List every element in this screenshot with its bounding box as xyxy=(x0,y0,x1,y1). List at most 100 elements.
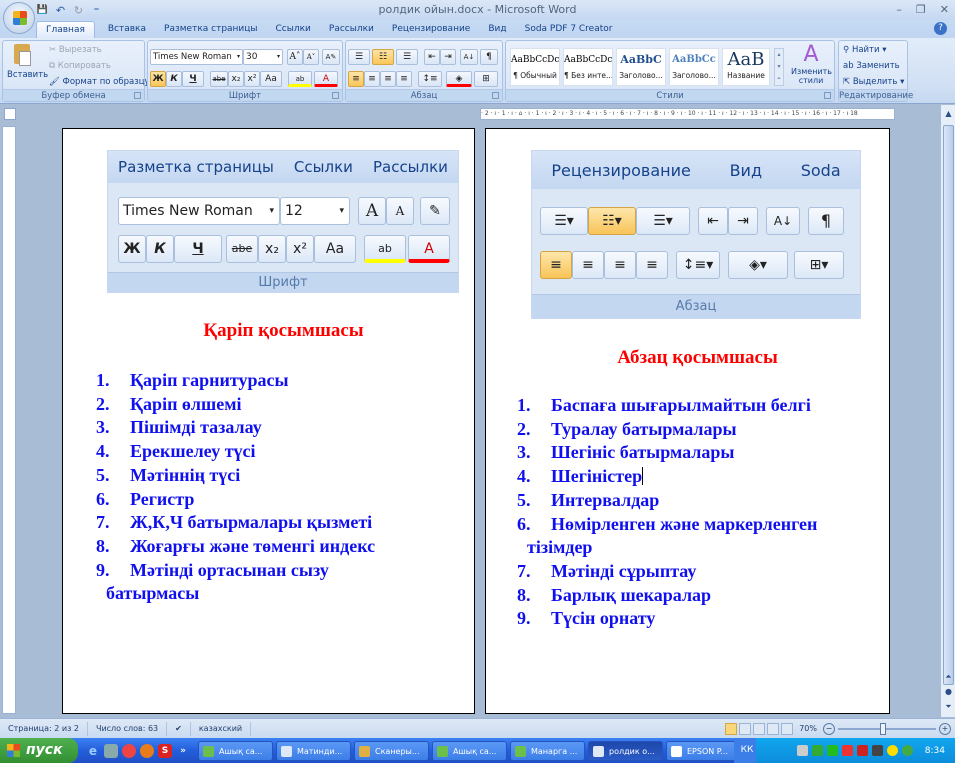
zoom-out-icon[interactable]: − xyxy=(823,722,835,735)
dialog-launcher-icon[interactable] xyxy=(134,92,141,99)
tab-view[interactable]: Вид xyxy=(479,21,515,38)
tray-icon[interactable] xyxy=(841,745,853,756)
tab-mailings[interactable]: Рассылки xyxy=(320,21,383,38)
tab-page-layout[interactable]: Разметка страницы xyxy=(155,21,267,38)
tab-soda-pdf[interactable]: Soda PDF 7 Creator xyxy=(516,21,622,38)
replace-button[interactable]: ab Заменить xyxy=(843,61,900,71)
show-formatting-button[interactable]: ¶ xyxy=(480,49,498,65)
next-page-icon[interactable]: ⏷ xyxy=(942,700,955,713)
cut-button[interactable]: ✂ Вырезать xyxy=(49,45,102,55)
taskbar-item[interactable]: Ашық са... xyxy=(432,740,507,761)
vertical-scrollbar[interactable]: ▲ ⏶ ● ⏷ xyxy=(940,105,955,717)
vertical-ruler[interactable] xyxy=(2,126,16,714)
change-case-button[interactable]: Aa xyxy=(260,71,282,87)
superscript-button[interactable]: x² xyxy=(244,71,260,87)
redo-icon[interactable]: ↻ xyxy=(72,4,85,17)
subscript-button[interactable]: x₂ xyxy=(228,71,244,87)
tray-icon[interactable] xyxy=(901,745,913,756)
more-icon[interactable]: » xyxy=(176,744,190,758)
tab-insert[interactable]: Вставка xyxy=(99,21,155,38)
help-icon[interactable]: ? xyxy=(934,22,947,35)
customize-qat-icon[interactable]: ⁼ xyxy=(90,4,103,17)
justify-button[interactable]: ≡ xyxy=(396,71,412,87)
align-right-button[interactable]: ≡ xyxy=(380,71,396,87)
taskbar-item-active[interactable]: ролдик о... xyxy=(588,740,663,761)
paste-label[interactable]: Вставить xyxy=(7,70,48,80)
numbering-button[interactable]: ☷ xyxy=(372,49,394,65)
prev-page-icon[interactable]: ⏶ xyxy=(942,670,955,683)
tab-review[interactable]: Рецензирование xyxy=(383,21,479,38)
word-count[interactable]: Число слов: 63 xyxy=(88,721,168,736)
s-app-icon[interactable]: S xyxy=(158,743,172,758)
highlight-button[interactable]: ab xyxy=(288,71,312,87)
decrease-indent-button[interactable]: ⇤ xyxy=(424,49,440,65)
zoom-slider[interactable] xyxy=(838,722,936,735)
shading-button[interactable]: ◈ xyxy=(446,71,472,87)
full-screen-icon[interactable] xyxy=(739,722,752,735)
format-painter-button[interactable]: 🖌 Формат по образцу xyxy=(49,77,150,87)
close-button[interactable]: ✕ xyxy=(940,3,949,16)
document-page-1[interactable]: Разметка страницы Ссылки Рассылки Times Ne… xyxy=(62,128,475,714)
tray-icon[interactable] xyxy=(811,745,823,756)
taskbar-item[interactable]: Сканеры... xyxy=(354,740,429,761)
dialog-launcher-icon[interactable] xyxy=(332,92,339,99)
browse-object-icon[interactable]: ● xyxy=(942,685,955,698)
taskbar-item[interactable]: Матинди... xyxy=(276,740,351,761)
style-heading-2[interactable]: AaBbCc Заголово... xyxy=(669,48,719,86)
clock[interactable]: 8:34 xyxy=(925,746,945,756)
tab-home[interactable]: Главная xyxy=(36,21,95,38)
web-layout-icon[interactable] xyxy=(753,722,766,735)
tray-icon[interactable] xyxy=(856,745,868,756)
language[interactable]: казахский xyxy=(191,721,252,736)
office-button[interactable] xyxy=(3,2,35,34)
find-button[interactable]: ⚲ Найти ▾ xyxy=(843,45,887,55)
style-normal[interactable]: AaBbCcDc ¶ Обычный xyxy=(510,48,560,86)
multilevel-list-button[interactable]: ☰ xyxy=(396,49,418,65)
sort-button[interactable]: A↓ xyxy=(460,49,478,65)
bullets-button[interactable]: ☰ xyxy=(348,49,370,65)
document-page-2[interactable]: Рецензирование Вид Soda ☰▾ ☷▾ ☰▾ ⇤ ⇥ A↓ ¶ … xyxy=(485,128,890,714)
copy-button[interactable]: ⧉ Копировать xyxy=(49,61,111,71)
line-spacing-button[interactable]: ↕≡ xyxy=(418,71,442,87)
tab-selector[interactable] xyxy=(4,108,16,120)
taskbar-item[interactable]: Ашық са... xyxy=(198,740,273,761)
firefox-icon[interactable] xyxy=(140,743,154,758)
zoom-level[interactable]: 70% xyxy=(799,724,823,733)
font-color-button[interactable]: A xyxy=(314,71,338,87)
align-center-button[interactable]: ≡ xyxy=(364,71,380,87)
tab-references[interactable]: Ссылки xyxy=(267,21,320,38)
increase-indent-button[interactable]: ⇥ xyxy=(440,49,456,65)
desktop-icon[interactable] xyxy=(104,743,118,758)
style-title[interactable]: AaB Название xyxy=(722,48,770,86)
font-name-select[interactable]: Times New Roman ▾ xyxy=(150,49,243,65)
scroll-up-icon[interactable]: ▲ xyxy=(942,107,955,120)
styles-scroll[interactable]: ▴ ▾ ⩡ xyxy=(774,48,784,86)
tray-icon[interactable] xyxy=(871,745,883,756)
proofing-icon[interactable]: ✔ xyxy=(167,721,191,736)
grow-font-button[interactable]: A˄ xyxy=(287,49,303,65)
outline-icon[interactable] xyxy=(767,722,780,735)
ie-icon[interactable]: e xyxy=(86,744,100,758)
language-indicator[interactable]: КК xyxy=(734,738,756,763)
chrome-icon[interactable] xyxy=(122,743,136,758)
style-heading-1[interactable]: AaBbC Заголово... xyxy=(616,48,666,86)
dialog-launcher-icon[interactable] xyxy=(492,92,499,99)
dialog-launcher-icon[interactable] xyxy=(824,92,831,99)
zoom-in-icon[interactable]: + xyxy=(939,722,951,735)
taskbar-item[interactable]: Манарга ... xyxy=(510,740,585,761)
style-no-spacing[interactable]: AaBbCcDc ¶ Без инте... xyxy=(563,48,613,86)
page-count[interactable]: Страница: 2 из 2 xyxy=(0,721,88,736)
font-size-select[interactable]: 30 ▾ xyxy=(243,49,283,65)
bold-button[interactable]: Ж xyxy=(150,71,166,87)
restore-button[interactable]: ❐ xyxy=(916,3,926,16)
shrink-font-button[interactable]: A˅ xyxy=(303,49,319,65)
start-button[interactable]: пуск xyxy=(0,738,78,763)
zoom-slider-thumb[interactable] xyxy=(880,722,886,735)
minimize-button[interactable]: – xyxy=(896,3,902,16)
undo-icon[interactable]: ↶ xyxy=(54,4,67,17)
clear-formatting-button[interactable]: A✎ xyxy=(322,49,340,65)
underline-button[interactable]: Ч xyxy=(182,71,204,87)
borders-button[interactable]: ⊞ xyxy=(474,71,498,87)
strikethrough-button[interactable]: abe xyxy=(210,71,228,87)
print-layout-icon[interactable] xyxy=(725,722,738,735)
